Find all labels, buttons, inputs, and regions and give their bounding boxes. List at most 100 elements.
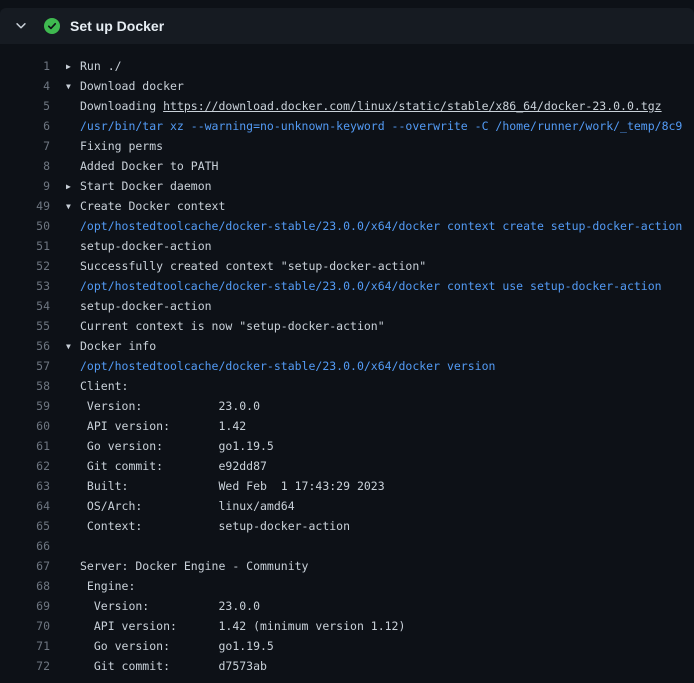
line-number[interactable]: 53 <box>0 276 50 296</box>
command-text: /opt/hostedtoolcache/docker-stable/23.0.… <box>66 356 495 376</box>
check-circle-icon <box>44 18 60 34</box>
log-text: Server: Docker Engine - Community <box>66 556 308 576</box>
log-text: API version: 1.42 <box>66 416 246 436</box>
log-line: 62 Git commit: e92dd87 <box>0 456 694 476</box>
log-line: 70 API version: 1.42 (minimum version 1.… <box>0 616 694 636</box>
group-toggle-collapsed[interactable]: ▶Start Docker daemon <box>66 176 212 196</box>
group-toggle-expanded[interactable]: ▼Download docker <box>66 76 184 96</box>
line-number[interactable]: 7 <box>0 136 50 156</box>
log-line: 69 Version: 23.0.0 <box>0 596 694 616</box>
log-line: 66 <box>0 536 694 556</box>
log-line: 53/opt/hostedtoolcache/docker-stable/23.… <box>0 276 694 296</box>
log-text: Client: <box>66 376 128 396</box>
log-line: 61 Go version: go1.19.5 <box>0 436 694 456</box>
group-toggle-expanded[interactable]: ▼Docker info <box>66 336 156 356</box>
line-number[interactable]: 49 <box>0 196 50 216</box>
line-number[interactable]: 70 <box>0 616 50 636</box>
log-line: 50/opt/hostedtoolcache/docker-stable/23.… <box>0 216 694 236</box>
line-number[interactable]: 58 <box>0 376 50 396</box>
log-text: setup-docker-action <box>66 236 212 256</box>
line-number[interactable]: 71 <box>0 636 50 656</box>
line-number[interactable]: 63 <box>0 476 50 496</box>
line-number[interactable]: 50 <box>0 216 50 236</box>
log-line: 6/usr/bin/tar xz --warning=no-unknown-ke… <box>0 116 694 136</box>
line-number[interactable]: 54 <box>0 296 50 316</box>
line-number[interactable]: 62 <box>0 456 50 476</box>
line-number[interactable]: 60 <box>0 416 50 436</box>
log-line: 58 Client: <box>0 376 694 396</box>
line-number[interactable]: 61 <box>0 436 50 456</box>
log-line: 60 API version: 1.42 <box>0 416 694 436</box>
line-number[interactable]: 65 <box>0 516 50 536</box>
line-number[interactable]: 6 <box>0 116 50 136</box>
group-title: Docker info <box>80 339 156 353</box>
log-line[interactable]: 4 ▼Download docker <box>0 76 694 96</box>
log-line: 57/opt/hostedtoolcache/docker-stable/23.… <box>0 356 694 376</box>
line-number[interactable]: 59 <box>0 396 50 416</box>
log-text: Context: setup-docker-action <box>66 516 350 536</box>
command-text: /opt/hostedtoolcache/docker-stable/23.0.… <box>66 276 662 296</box>
log-text: Fixing perms <box>66 136 163 156</box>
line-number[interactable]: 57 <box>0 356 50 376</box>
line-number[interactable]: 9 <box>0 176 50 196</box>
download-url-link[interactable]: https://download.docker.com/linux/static… <box>163 99 662 113</box>
log-line: 51 setup-docker-action <box>0 236 694 256</box>
line-number[interactable]: 5 <box>0 96 50 116</box>
log-line[interactable]: 49 ▼Create Docker context <box>0 196 694 216</box>
actions-log-viewer: Set up Docker 1▶Run ./4▼Download docker5… <box>0 8 694 676</box>
group-toggle-collapsed[interactable]: ▶Run ./ <box>66 56 122 76</box>
line-number[interactable]: 8 <box>0 156 50 176</box>
log-text: Built: Wed Feb 1 17:43:29 2023 <box>66 476 385 496</box>
log-text: OS/Arch: linux/amd64 <box>66 496 295 516</box>
log-lines: 1▶Run ./4▼Download docker5Downloading ht… <box>0 44 694 676</box>
log-text: setup-docker-action <box>66 296 212 316</box>
log-line: 59 Version: 23.0.0 <box>0 396 694 416</box>
line-number[interactable]: 56 <box>0 336 50 356</box>
log-text: Current context is now "setup-docker-act… <box>66 316 385 336</box>
line-number[interactable]: 72 <box>0 656 50 676</box>
log-line: 68 Engine: <box>0 576 694 596</box>
log-text: API version: 1.42 (minimum version 1.12) <box>66 616 405 636</box>
log-line: 54 setup-docker-action <box>0 296 694 316</box>
chevron-down-icon[interactable] <box>14 19 30 33</box>
log-line: 67 Server: Docker Engine - Community <box>0 556 694 576</box>
line-number[interactable]: 64 <box>0 496 50 516</box>
line-number[interactable]: 52 <box>0 256 50 276</box>
log-text: Engine: <box>66 576 135 596</box>
line-number[interactable]: 68 <box>0 576 50 596</box>
log-text: Version: 23.0.0 <box>66 596 260 616</box>
log-text <box>66 536 80 556</box>
log-text: Git commit: d7573ab <box>66 656 267 676</box>
triangle-down-icon: ▼ <box>66 77 80 96</box>
log-text-prefix: Downloading <box>80 99 163 113</box>
group-title: Run ./ <box>80 59 122 73</box>
line-number[interactable]: 66 <box>0 536 50 556</box>
step-title: Set up Docker <box>70 18 164 34</box>
triangle-down-icon: ▼ <box>66 197 80 216</box>
log-line[interactable]: 9 ▶Start Docker daemon <box>0 176 694 196</box>
line-number[interactable]: 4 <box>0 76 50 96</box>
log-text: Go version: go1.19.5 <box>66 436 274 456</box>
log-text: Version: 23.0.0 <box>66 396 260 416</box>
log-text: Go version: go1.19.5 <box>66 636 274 656</box>
log-text: Successfully created context "setup-dock… <box>66 256 426 276</box>
line-number[interactable]: 69 <box>0 596 50 616</box>
command-text: /usr/bin/tar xz --warning=no-unknown-key… <box>66 116 682 136</box>
group-title: Download docker <box>80 79 184 93</box>
line-number[interactable]: 67 <box>0 556 50 576</box>
line-number[interactable]: 1 <box>0 56 50 76</box>
line-number[interactable]: 55 <box>0 316 50 336</box>
log-line: 65 Context: setup-docker-action <box>0 516 694 536</box>
log-line: 64 OS/Arch: linux/amd64 <box>0 496 694 516</box>
group-title: Start Docker daemon <box>80 179 212 193</box>
line-number[interactable]: 51 <box>0 236 50 256</box>
step-header[interactable]: Set up Docker <box>0 8 694 44</box>
triangle-right-icon: ▶ <box>66 57 80 76</box>
log-line[interactable]: 1 ▶Run ./ <box>0 56 694 76</box>
log-line[interactable]: 56 ▼Docker info <box>0 336 694 356</box>
log-line: 72 Git commit: d7573ab <box>0 656 694 676</box>
log-line: 8Added Docker to PATH <box>0 156 694 176</box>
log-line: 7 Fixing perms <box>0 136 694 156</box>
group-toggle-expanded[interactable]: ▼Create Docker context <box>66 196 225 216</box>
log-line: 5 Downloading https://download.docker.com… <box>0 96 694 116</box>
